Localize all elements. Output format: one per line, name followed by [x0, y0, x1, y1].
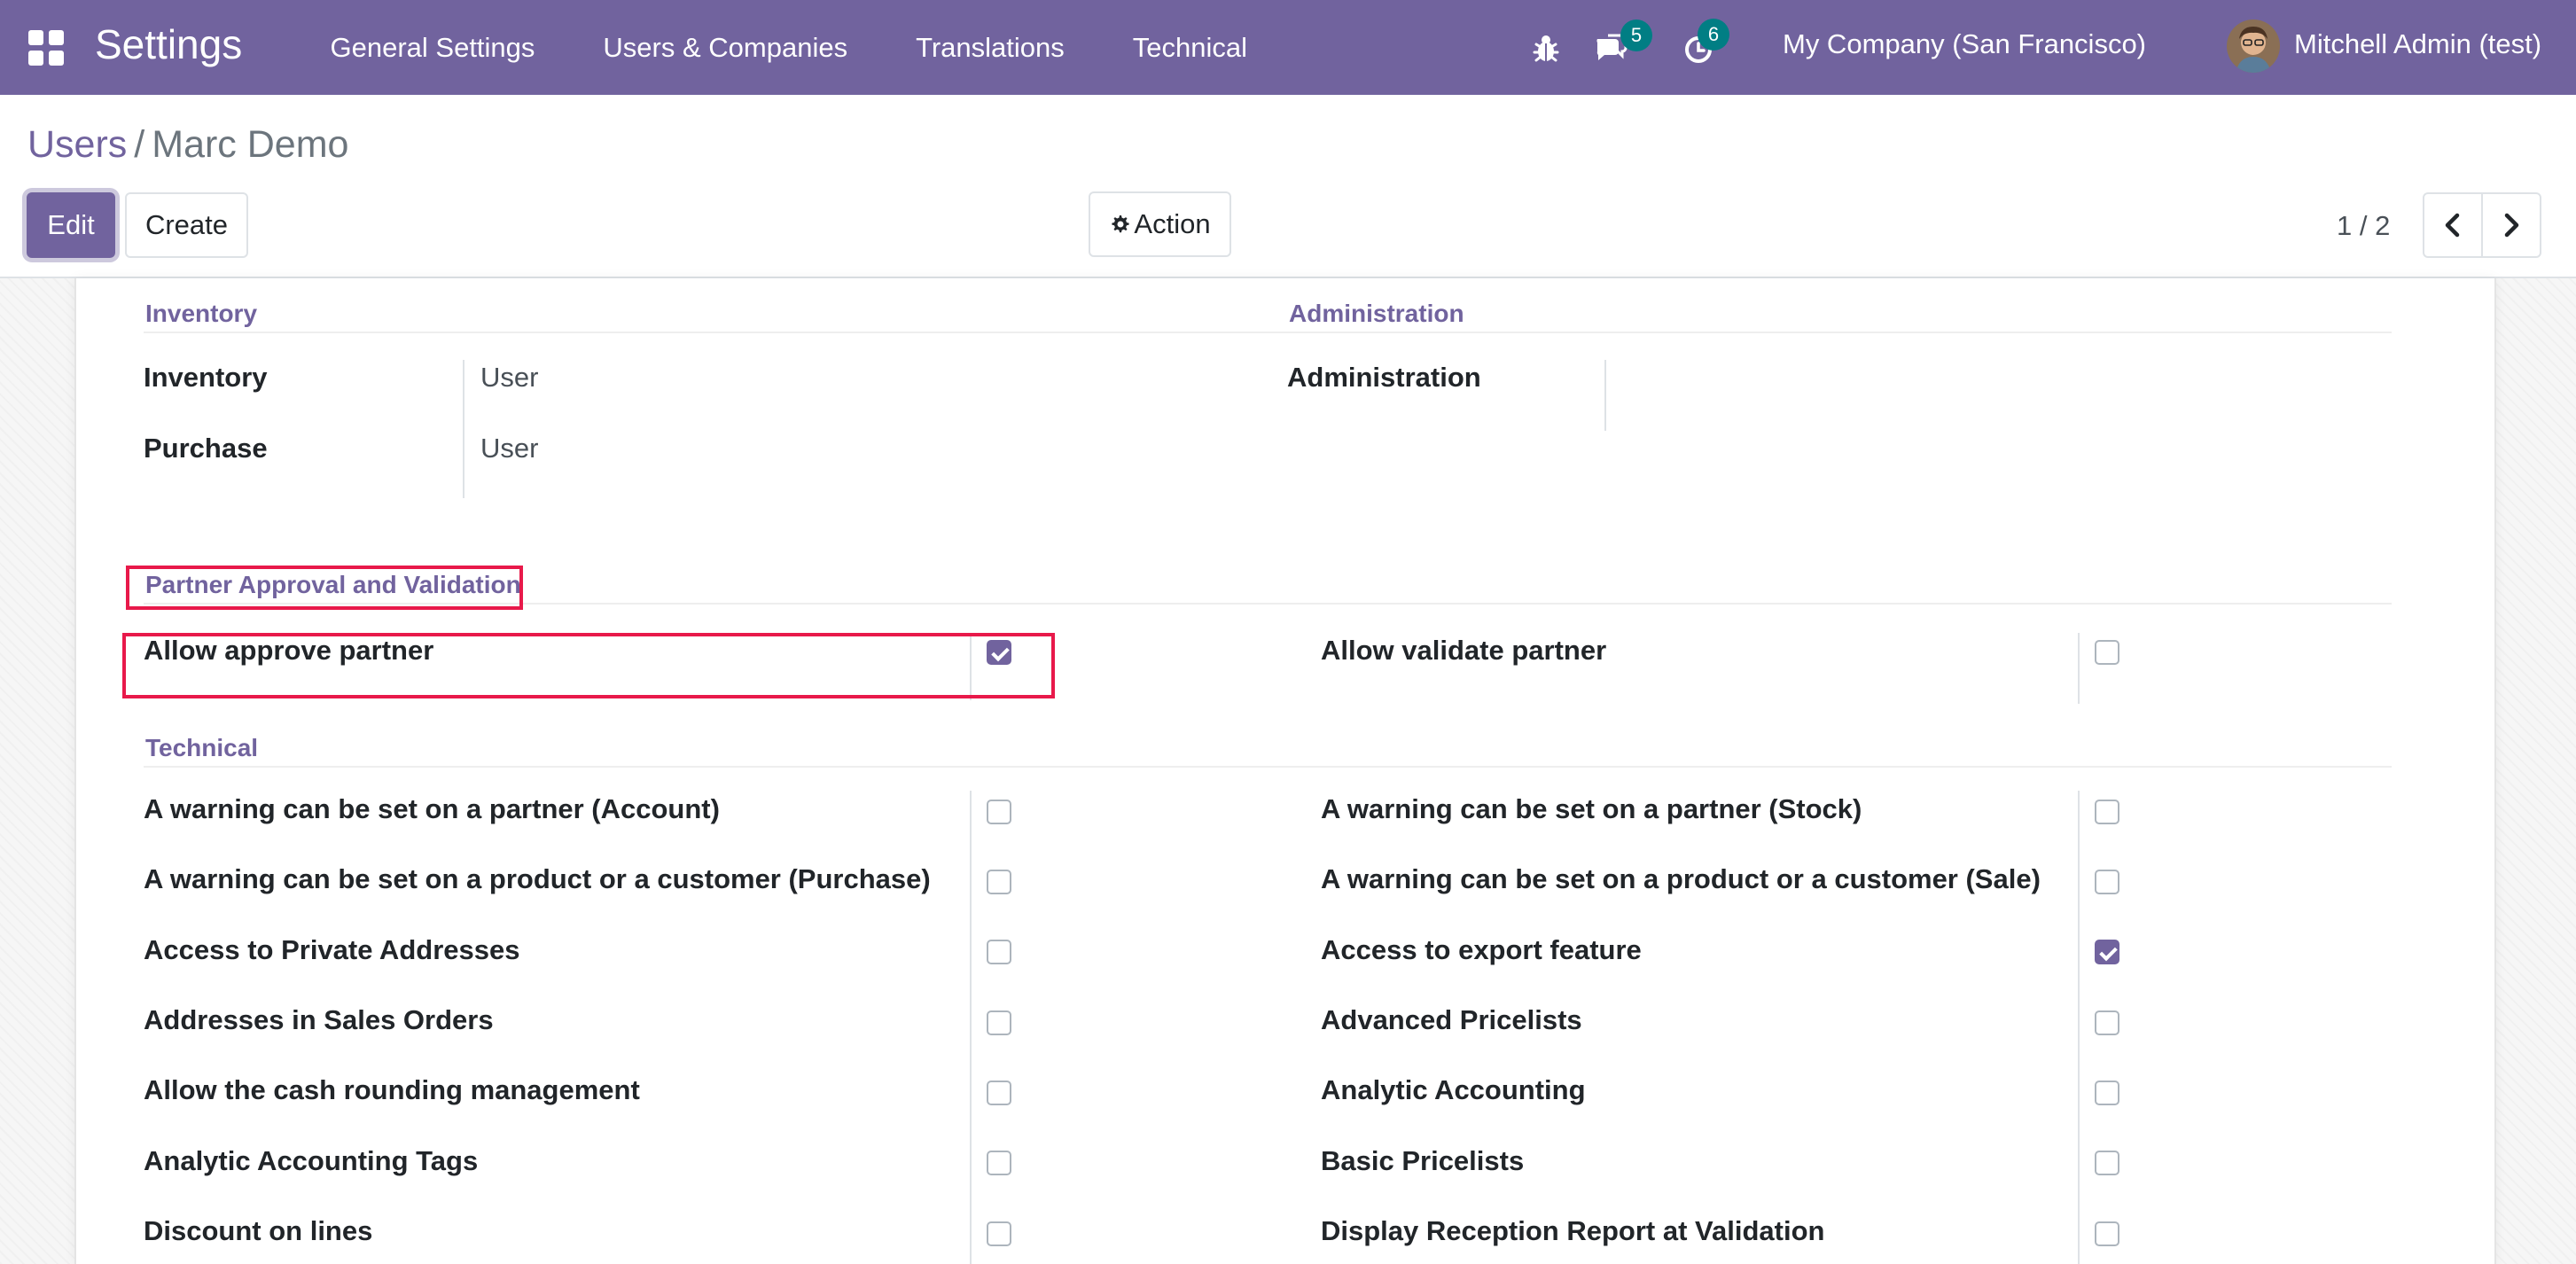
field-label-inventory: Inventory [144, 362, 268, 393]
main-menu: General Settings Users & Companies Trans… [296, 0, 1282, 95]
breadcrumb-separator: / [134, 123, 145, 166]
app-title[interactable]: Settings [95, 18, 242, 71]
field-value-purchase[interactable]: User [480, 431, 538, 466]
breadcrumb-users-link[interactable]: Users [27, 123, 127, 166]
highlight-box-section-title [126, 566, 523, 610]
checkbox-access-export-feature[interactable] [2095, 940, 2119, 964]
field-value-inventory[interactable]: User [480, 360, 538, 395]
field-divider [2078, 633, 2080, 704]
section-title-technical: Technical [144, 730, 2392, 768]
checkbox-discount-on-lines[interactable] [987, 1221, 1011, 1246]
field-label-analytic-accounting-tags: Analytic Accounting Tags [144, 1145, 479, 1176]
top-navbar: Settings General Settings Users & Compan… [0, 0, 2576, 95]
chevron-left-icon [2445, 213, 2460, 238]
checkbox-cash-rounding[interactable] [987, 1081, 1011, 1105]
pager-value[interactable]: 1 / 2 [2337, 199, 2390, 253]
apps-menu-icon[interactable] [28, 30, 64, 66]
field-label-warning-partner-account: A warning can be set on a partner (Accou… [144, 793, 720, 824]
section-title-inventory: Inventory [144, 296, 1323, 333]
menu-users-companies[interactable]: Users & Companies [569, 0, 882, 95]
checkbox-warning-partner-account[interactable] [987, 800, 1011, 824]
create-button[interactable]: Create [125, 192, 248, 258]
highlight-box-allow-approve [122, 633, 1055, 698]
user-avatar[interactable] [2227, 20, 2280, 73]
field-label-analytic-accounting: Analytic Accounting [1321, 1074, 1586, 1105]
action-label: Action [1134, 208, 1211, 239]
edit-button[interactable]: Edit [27, 192, 115, 258]
checkbox-analytic-accounting-tags[interactable] [987, 1151, 1011, 1175]
checkbox-basic-pricelists[interactable] [2095, 1151, 2119, 1175]
messages-count-badge: 5 [1620, 20, 1652, 51]
checkbox-reception-report[interactable] [2095, 1221, 2119, 1246]
field-label-administration: Administration [1287, 362, 1481, 393]
field-label-addresses-sales-orders: Addresses in Sales Orders [144, 1004, 494, 1035]
section-title-administration: Administration [1287, 296, 2392, 333]
checkbox-access-private-addresses[interactable] [987, 940, 1011, 964]
gear-icon [1112, 215, 1130, 233]
control-panel: Users / Marc Demo Edit Create Action 1 / 2 [0, 95, 2576, 278]
checkbox-warning-partner-stock[interactable] [2095, 800, 2119, 824]
field-divider-technical-right [2078, 791, 2080, 1264]
pager-previous-button[interactable] [2423, 192, 2483, 258]
menu-translations[interactable]: Translations [882, 0, 1099, 95]
checkbox-allow-validate-partner[interactable] [2095, 640, 2119, 665]
debug-bug-icon[interactable] [1526, 28, 1565, 67]
menu-general-settings[interactable]: General Settings [296, 0, 569, 95]
checkbox-addresses-sales-orders[interactable] [987, 1010, 1011, 1035]
menu-technical[interactable]: Technical [1098, 0, 1281, 95]
field-label-reception-report: Display Reception Report at Validation [1321, 1215, 1825, 1246]
action-dropdown-button[interactable]: Action [1089, 191, 1231, 257]
field-label-access-export-feature: Access to export feature [1321, 934, 1642, 965]
checkbox-advanced-pricelists[interactable] [2095, 1010, 2119, 1035]
field-label-allow-validate-partner: Allow validate partner [1321, 635, 1607, 666]
checkbox-analytic-accounting[interactable] [2095, 1081, 2119, 1105]
field-label-purchase: Purchase [144, 433, 268, 464]
chevron-right-icon [2504, 213, 2519, 238]
form-sheet: Inventory Inventory User Purchase User A… [74, 278, 2496, 1264]
field-divider [463, 360, 464, 498]
field-label-warning-product-purchase: A warning can be set on a product or a c… [144, 863, 931, 894]
field-label-cash-rounding: Allow the cash rounding management [144, 1074, 640, 1105]
pager-next-button[interactable] [2481, 192, 2541, 258]
activities-count-badge: 6 [1698, 19, 1729, 51]
field-divider [1604, 360, 1606, 431]
field-divider-technical-left [970, 791, 972, 1264]
field-label-discount-on-lines: Discount on lines [144, 1215, 373, 1246]
field-label-warning-partner-stock: A warning can be set on a partner (Stock… [1321, 793, 1862, 824]
breadcrumb-current-record: Marc Demo [152, 123, 349, 166]
company-switcher[interactable]: My Company (San Francisco) [1783, 0, 2146, 89]
field-label-basic-pricelists: Basic Pricelists [1321, 1145, 1525, 1176]
field-label-warning-product-sale: A warning can be set on a product or a c… [1321, 863, 2041, 894]
breadcrumb: Users / Marc Demo [27, 120, 348, 169]
field-label-access-private-addresses: Access to Private Addresses [144, 934, 520, 965]
checkbox-warning-product-purchase[interactable] [987, 870, 1011, 894]
user-menu[interactable]: Mitchell Admin (test) [2294, 0, 2541, 89]
field-label-advanced-pricelists: Advanced Pricelists [1321, 1004, 1582, 1035]
checkbox-warning-product-sale[interactable] [2095, 870, 2119, 894]
